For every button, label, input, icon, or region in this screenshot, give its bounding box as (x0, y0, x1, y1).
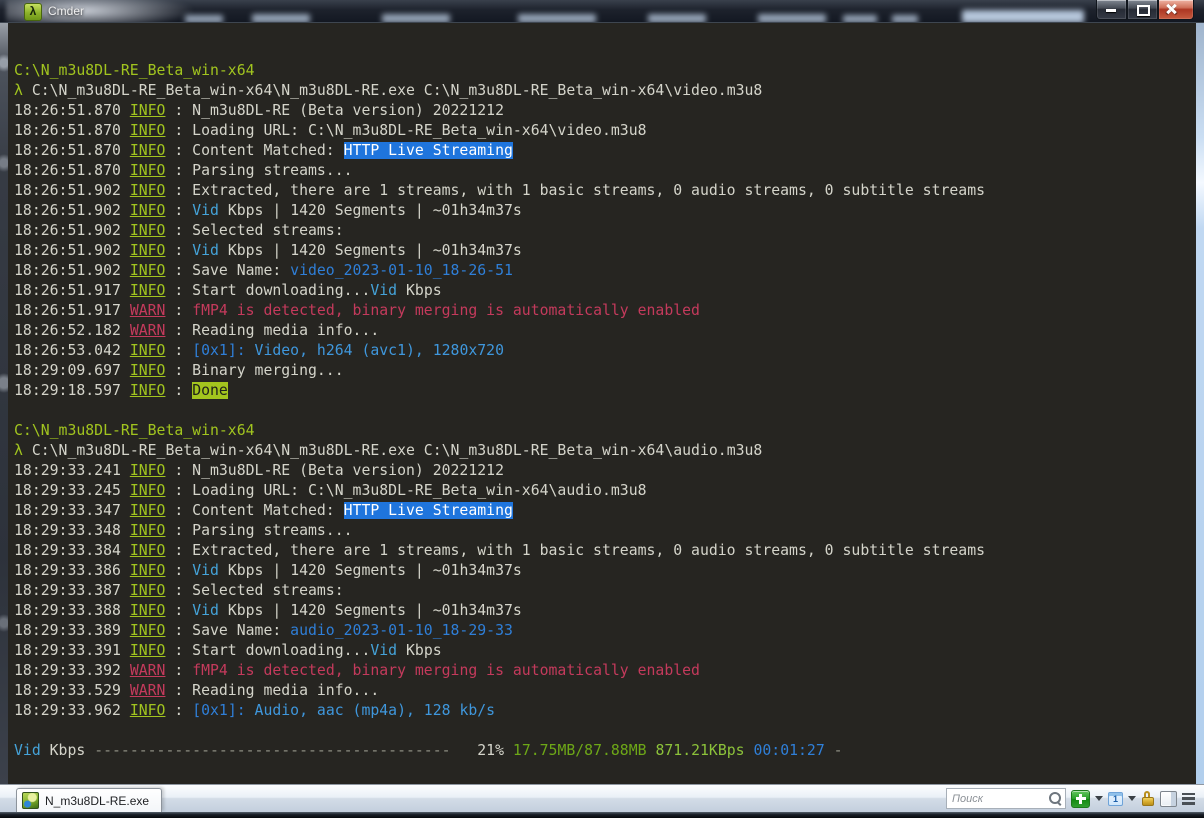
titlebar-ghost (758, 14, 826, 22)
lambda-app-icon: λ (24, 3, 42, 21)
terminal-line: 18:26:51.917 INFO : Start downloading...… (14, 282, 442, 299)
maximize-button[interactable] (1127, 0, 1158, 20)
terminal-line: 18:26:51.870 INFO : Content Matched: HTT… (14, 142, 513, 159)
left-glass-border (0, 23, 8, 784)
terminal-line: 18:29:09.697 INFO : Binary merging... (14, 362, 344, 379)
window-controls (1096, 0, 1194, 20)
terminal-line: 18:26:51.902 INFO : Save Name: video_202… (14, 262, 513, 279)
terminal-line: 18:26:51.902 INFO : Vid Kbps | 1420 Segm… (14, 202, 522, 219)
search-input[interactable] (947, 789, 1065, 809)
terminal-line: 18:26:51.902 INFO : Vid Kbps | 1420 Segm… (14, 242, 522, 259)
titlebar-ghost (843, 15, 877, 22)
bottom-window-edge (0, 812, 1204, 818)
terminal-line: 18:26:51.870 INFO : Loading URL: C:\N_m3… (14, 122, 647, 139)
titlebar-ghost (382, 14, 450, 22)
terminal-line: 18:29:33.388 INFO : Vid Kbps | 1420 Segm… (14, 602, 522, 619)
terminal-line: 18:29:33.529 WARN : Reading media info..… (14, 682, 380, 699)
maximize-icon (1137, 5, 1150, 16)
titlebar-ghost (185, 15, 223, 22)
window-title: Cmder (48, 4, 85, 18)
terminal-line: C:\N_m3u8DL-RE_Beta_win-x64 (14, 62, 255, 79)
terminal-line: 18:26:51.902 INFO : Extracted, there are… (14, 182, 986, 199)
close-button[interactable] (1158, 0, 1194, 20)
terminal-line: 18:29:33.389 INFO : Save Name: audio_202… (14, 622, 513, 639)
terminal-output[interactable]: C:\N_m3u8DL-RE_Beta_win-x64 λ C:\N_m3u8DL… (8, 23, 1196, 784)
console-tab[interactable]: N_m3u8DL-RE.exe (16, 788, 163, 812)
new-console-button[interactable] (1071, 789, 1090, 808)
search-icon[interactable] (1049, 792, 1061, 804)
terminal-line: 18:26:51.902 INFO : Selected streams: (14, 222, 344, 239)
terminal-line: 18:29:33.348 INFO : Parsing streams... (14, 522, 353, 539)
titlebar[interactable]: λ Cmder (0, 0, 1204, 23)
terminal-line: 18:29:33.384 INFO : Extracted, there are… (14, 542, 986, 559)
active-console-button[interactable]: 1 (1108, 791, 1123, 806)
minimize-button[interactable] (1096, 0, 1127, 20)
terminal-line: 18:29:33.962 INFO : [0x1]: Audio, aac (m… (14, 702, 496, 719)
terminal-line: 18:29:33.392 WARN : fMP4 is detected, bi… (14, 662, 700, 679)
terminal-line: 18:26:53.042 INFO : [0x1]: Video, h264 (… (14, 342, 504, 359)
terminal-line: λ C:\N_m3u8DL-RE_Beta_win-x64\N_m3u8DL-R… (14, 442, 763, 459)
tab-label: N_m3u8DL-RE.exe (45, 793, 150, 808)
terminal-line: 18:26:51.917 WARN : fMP4 is detected, bi… (14, 302, 700, 319)
console-list-dropdown-icon[interactable] (1128, 796, 1136, 801)
titlebar-ghost (518, 14, 596, 22)
lock-icon[interactable] (1141, 790, 1155, 807)
terminal-line: 18:26:52.182 WARN : Reading media info..… (14, 322, 380, 339)
exe-tab-icon (22, 792, 39, 809)
view-toggle-icon[interactable] (1160, 790, 1177, 807)
plus-icon (1075, 793, 1086, 804)
titlebar-ghost (648, 14, 706, 22)
terminal-line: 18:29:33.241 INFO : N_m3u8DL-RE (Beta ve… (14, 462, 504, 479)
terminal-line: 18:29:33.245 INFO : Loading URL: C:\N_m3… (14, 482, 647, 499)
terminal-line: 18:26:51.870 INFO : N_m3u8DL-RE (Beta ve… (14, 102, 504, 119)
titlebar-ghost (892, 15, 918, 22)
right-glass-border (1196, 23, 1204, 784)
titlebar-ghost (252, 14, 310, 22)
terminal-line: Vid Kbps -------------------------------… (14, 742, 843, 759)
terminal-line: 18:29:33.387 INFO : Selected streams: (14, 582, 344, 599)
statusbar: N_m3u8DL-RE.exe 1 (0, 784, 1204, 812)
terminal-line: 18:29:18.597 INFO : Done (14, 382, 228, 399)
titlebar-ghost (962, 10, 1084, 22)
terminal-line: 18:26:51.870 INFO : Parsing streams... (14, 162, 353, 179)
menu-icon[interactable] (1182, 792, 1195, 805)
terminal-line: C:\N_m3u8DL-RE_Beta_win-x64 (14, 422, 255, 439)
search-box (946, 788, 1066, 809)
minimize-icon (1106, 9, 1116, 12)
terminal-line: 18:29:33.386 INFO : Vid Kbps | 1420 Segm… (14, 562, 522, 579)
new-console-dropdown-icon[interactable] (1095, 796, 1103, 801)
terminal-line: λ C:\N_m3u8DL-RE_Beta_win-x64\N_m3u8DL-R… (14, 82, 763, 99)
statusbar-controls: 1 (946, 785, 1204, 812)
terminal-line: 18:29:33.391 INFO : Start downloading...… (14, 642, 442, 659)
window-body: C:\N_m3u8DL-RE_Beta_win-x64 λ C:\N_m3u8DL… (0, 23, 1204, 784)
terminal-line: 18:29:33.347 INFO : Content Matched: HTT… (14, 502, 513, 519)
cmder-window: λ Cmder C:\N_m3u8DL-RE_Beta_win-x64 λ C:\… (0, 0, 1204, 818)
